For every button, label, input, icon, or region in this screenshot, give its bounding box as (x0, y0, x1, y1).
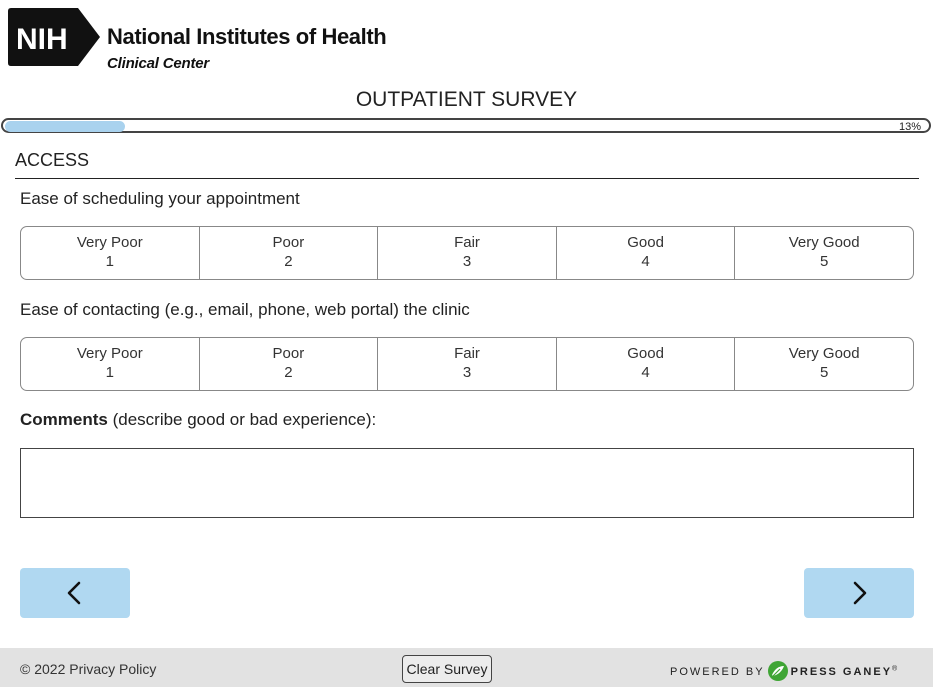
org-name: National Institutes of Health (107, 24, 387, 49)
rating-option-value: 2 (284, 364, 293, 381)
rating-option-value: 5 (820, 364, 829, 381)
comments-label: Comments (describe good or bad experienc… (20, 410, 376, 430)
rating-option-value: 1 (105, 253, 114, 270)
chevron-right-icon (853, 581, 867, 605)
rating-option-value: 3 (462, 364, 472, 381)
rating-option-value: 2 (284, 253, 293, 270)
rating-option-label: Fair (454, 345, 480, 362)
rating-option-label: Poor (272, 345, 305, 362)
rating-option-label: Good (627, 234, 664, 251)
rating-option-value: 4 (641, 364, 650, 381)
comments-label-bold: Comments (20, 410, 108, 429)
progress-bar-fill (5, 121, 125, 132)
svg-text:NIH: NIH (16, 23, 68, 56)
rating-option-label: Very Good (788, 345, 860, 362)
org-subtitle: Clinical Center (107, 55, 210, 72)
rating-option-very-poor[interactable]: Very Poor 1 (21, 227, 199, 279)
question-label-contacting: Ease of contacting (e.g., email, phone, … (20, 300, 470, 319)
rating-option-label: Fair (454, 234, 480, 251)
rating-option-very-good[interactable]: Very Good 5 (734, 227, 913, 279)
press-ganey-leaf-icon (767, 661, 788, 681)
rating-option-label: Good (627, 345, 664, 362)
rating-option-value: 1 (105, 364, 114, 381)
rating-option-value: 3 (462, 253, 472, 270)
rating-option-label: Very Good (788, 234, 860, 251)
press-ganey-name: PRESS GANEY (790, 666, 893, 678)
rating-option-fair[interactable]: Fair 3 (377, 338, 556, 390)
progress-percent: 13% (898, 121, 921, 133)
rating-option-label: Poor (272, 234, 305, 251)
powered-by-press-ganey: POWERED BY PRESS GANEY® (670, 661, 897, 681)
rating-option-very-good[interactable]: Very Good 5 (734, 338, 913, 390)
comments-textarea[interactable] (20, 448, 914, 518)
next-button[interactable] (804, 568, 914, 618)
rating-option-very-poor[interactable]: Very Poor 1 (21, 338, 199, 390)
registered-mark: ® (892, 665, 898, 673)
clear-survey-button[interactable]: Clear Survey (402, 655, 492, 683)
privacy-policy-link[interactable]: © 2022 Privacy Policy (20, 661, 156, 677)
nih-badge-icon: NIH (8, 8, 100, 66)
rating-option-good[interactable]: Good 4 (555, 338, 735, 390)
chevron-left-icon (67, 581, 81, 605)
rating-option-good[interactable]: Good 4 (555, 227, 735, 279)
rating-scale-scheduling: Very Poor 1 Poor 2 Fair 3 Good 4 Very Good 5 (20, 226, 914, 280)
rating-option-label: Very Poor (76, 234, 143, 251)
rating-option-poor[interactable]: Poor 2 (198, 227, 378, 279)
footer: © 2022 Privacy Policy Clear Survey POWER… (0, 648, 933, 687)
progress-bar: 13% (1, 118, 931, 133)
page-title: OUTPATIENT SURVEY (355, 88, 578, 111)
comments-label-hint: (describe good or bad experience): (107, 410, 377, 429)
previous-button[interactable] (20, 568, 130, 618)
section-divider (15, 178, 919, 179)
rating-scale-contacting: Very Poor 1 Poor 2 Fair 3 Good 4 Very Good 5 (20, 337, 914, 391)
powered-by-label: POWERED BY (670, 666, 765, 678)
rating-option-value: 4 (641, 253, 650, 270)
question-label-scheduling: Ease of scheduling your appointment (20, 189, 300, 208)
rating-option-value: 5 (820, 253, 829, 270)
section-title: ACCESS (15, 150, 90, 170)
rating-option-label: Very Poor (76, 345, 143, 362)
rating-option-fair[interactable]: Fair 3 (377, 227, 556, 279)
rating-option-poor[interactable]: Poor 2 (198, 338, 378, 390)
